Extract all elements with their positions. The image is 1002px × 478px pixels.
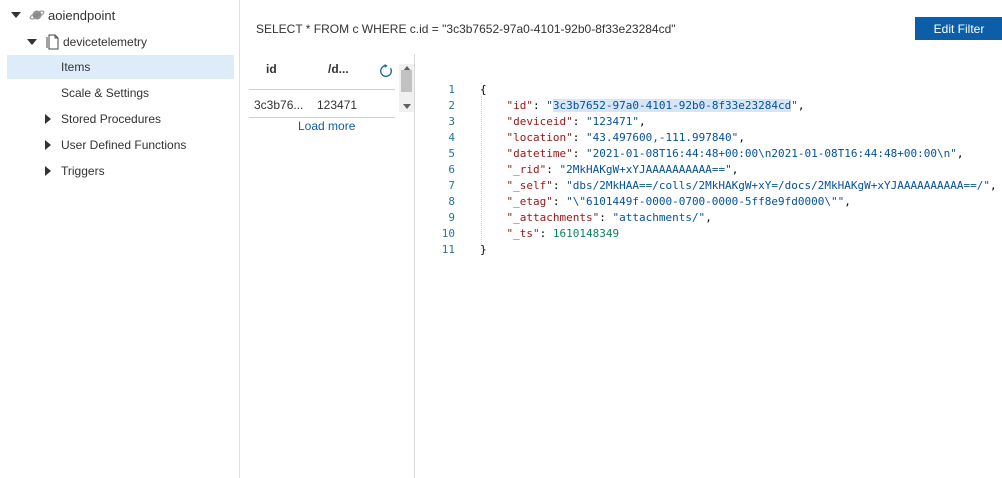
chevron-right-icon[interactable]	[45, 140, 51, 150]
selection-highlight: 3c3b7652-97a0-4101-92b0-8f33e23284cd	[552, 99, 792, 112]
line-number: 7	[448, 179, 455, 192]
tree-item-label: User Defined Functions	[61, 138, 187, 152]
database-label: aoiendpoint	[48, 7, 116, 23]
tree-item-triggers[interactable]: Triggers	[0, 159, 239, 183]
query-filter-text: SELECT * FROM c WHERE c.id = "3c3b7652-9…	[256, 22, 676, 36]
json-value: "\"6101449f-0000-0700-0000-5ff8e9fd0000\…	[566, 195, 845, 208]
line-number: 9	[448, 211, 455, 224]
collection-label: devicetelemetry	[63, 35, 148, 49]
code-line: 4 "location": "43.497600,-111.997840",	[415, 131, 1002, 147]
json-value: "123471"	[585, 115, 639, 128]
line-number: 5	[448, 147, 455, 160]
code-text: "_attachments": "attachments/",	[506, 211, 712, 224]
line-number: 8	[448, 195, 455, 208]
json-key: "deviceid"	[506, 115, 573, 128]
code-text: }	[480, 243, 487, 256]
row-divider	[249, 117, 395, 118]
tree-item-database[interactable]: aoiendpoint	[0, 3, 239, 27]
tree-item-label: Items	[61, 60, 91, 74]
line-number: 4	[448, 131, 455, 144]
tree-item-items[interactable]: Items	[7, 55, 234, 79]
code-text: {	[480, 83, 487, 96]
scroll-down-icon[interactable]	[403, 104, 411, 109]
planet-icon	[29, 7, 45, 26]
code-text: "_etag": "\"6101449f-0000-0700-0000-5ff8…	[506, 195, 851, 208]
query-bar: SELECT * FROM c WHERE c.id = "3c3b7652-9…	[240, 0, 1002, 54]
line-number: 2	[448, 99, 455, 112]
json-key: "_self"	[506, 179, 553, 192]
edit-filter-button[interactable]: Edit Filter	[915, 17, 1002, 40]
refresh-icon[interactable]	[379, 64, 393, 78]
json-value: "dbs/2MkHAA==/colls/2MkHAKgW+xY=/docs/2M…	[566, 179, 990, 192]
code-text: "_self": "dbs/2MkHAA==/colls/2MkHAKgW+xY…	[506, 179, 997, 192]
json-key: "_etag"	[506, 195, 553, 208]
tree-item-stored-procedures[interactable]: Stored Procedures	[0, 107, 239, 131]
results-scrollbar[interactable]	[399, 64, 414, 112]
code-line: 2 "id": "3c3b7652-97a0-4101-92b0-8f33e23…	[415, 99, 1002, 115]
code-text: "_ts": 1610148349	[506, 227, 620, 240]
chevron-down-icon[interactable]	[11, 12, 21, 18]
resource-tree: aoiendpoint devicetelemetry Items Scale …	[0, 0, 240, 478]
code-text: "deviceid": "123471",	[506, 115, 646, 128]
code-line: 3 "deviceid": "123471",	[415, 115, 1002, 131]
line-number: 3	[448, 115, 455, 128]
tree-item-label: Stored Procedures	[61, 112, 162, 126]
code-line: 5 "datetime": "2021-01-08T16:44:48+00:00…	[415, 147, 1002, 163]
code-text: "location": "43.497600,-111.997840",	[506, 131, 745, 144]
column-header-id[interactable]: id	[266, 62, 277, 76]
line-number: 10	[441, 227, 455, 240]
header-divider	[249, 89, 395, 90]
tree-item-label: Triggers	[61, 164, 105, 178]
json-value: "2021-01-08T16:44:48+00:00\n2021-01-08T1…	[585, 147, 957, 160]
json-value: "3c3b7652-97a0-4101-92b0-8f33e23284cd"	[546, 99, 798, 112]
json-key: "location"	[506, 131, 573, 144]
tree-item-label: Scale & Settings	[61, 86, 150, 100]
code-line: 6 "_rid": "2MkHAKgW+xYJAAAAAAAAAA==",	[415, 163, 1002, 179]
tree-item-scale-settings[interactable]: Scale & Settings	[0, 81, 239, 105]
code-text: "_rid": "2MkHAKgW+xYJAAAAAAAAAA==",	[506, 163, 739, 176]
json-key: "_ts"	[506, 227, 540, 240]
json-value: "attachments/"	[612, 211, 706, 224]
code-line: 1{	[415, 83, 1002, 99]
scroll-thumb[interactable]	[401, 70, 412, 92]
json-key: "datetime"	[506, 147, 573, 160]
code-text: "datetime": "2021-01-08T16:44:48+00:00\n…	[506, 147, 964, 160]
results-panel: id /d... 3c3b76... 123471 Load more	[240, 54, 415, 478]
json-value: "2MkHAKgW+xYJAAAAAAAAAA=="	[559, 163, 732, 176]
cell-id[interactable]: 3c3b76...	[254, 98, 303, 112]
load-more-link[interactable]: Load more	[298, 119, 355, 133]
line-number: 1	[448, 83, 455, 96]
code-line: 7 "_self": "dbs/2MkHAA==/colls/2MkHAKgW+…	[415, 179, 1002, 195]
line-number: 11	[441, 243, 455, 256]
json-key: "_rid"	[506, 163, 547, 176]
json-key: "_attachments"	[506, 211, 600, 224]
code-line: 8 "_etag": "\"6101449f-0000-0700-0000-5f…	[415, 195, 1002, 211]
code-text: "id": "3c3b7652-97a0-4101-92b0-8f33e2328…	[506, 99, 805, 112]
column-header-partition[interactable]: /d...	[328, 62, 349, 76]
json-value: 1610148349	[552, 227, 620, 240]
line-number: 6	[448, 163, 455, 176]
code-line: 11}	[415, 243, 1002, 259]
json-key: "id"	[506, 99, 534, 112]
code-line: 10 "_ts": 1610148349	[415, 227, 1002, 243]
document-editor[interactable]: 1{2 "id": "3c3b7652-97a0-4101-92b0-8f33e…	[415, 54, 1002, 478]
chevron-right-icon[interactable]	[45, 114, 51, 124]
chevron-right-icon[interactable]	[45, 166, 51, 176]
tree-item-collection[interactable]: devicetelemetry	[0, 30, 239, 54]
chevron-down-icon[interactable]	[27, 39, 37, 45]
code-line: 9 "_attachments": "attachments/",	[415, 211, 1002, 227]
json-value: "43.497600,-111.997840"	[585, 131, 739, 144]
tree-item-user-defined-functions[interactable]: User Defined Functions	[0, 133, 239, 157]
cell-partition-key[interactable]: 123471	[317, 98, 357, 112]
document-icon	[46, 34, 60, 53]
